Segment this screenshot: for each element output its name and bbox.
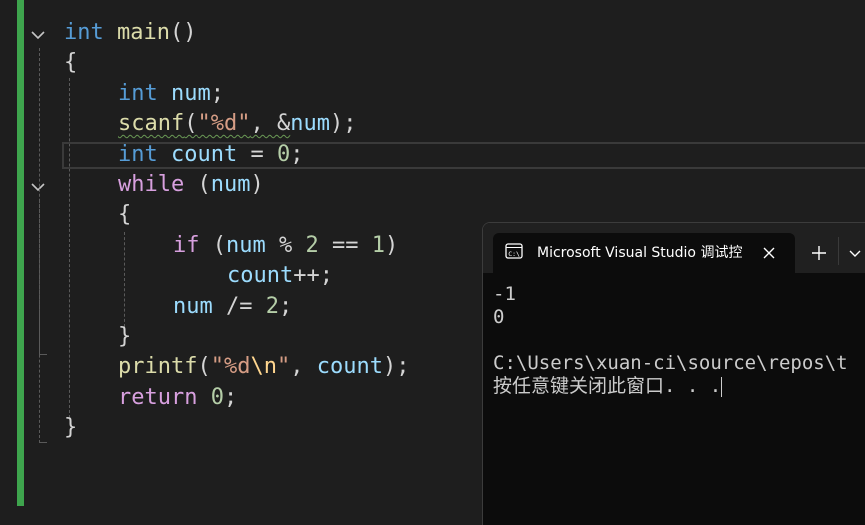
code-token: "%d <box>210 354 251 379</box>
code-token: % <box>265 233 306 258</box>
code-token: ( <box>197 354 211 379</box>
code-token: main <box>117 20 170 45</box>
code-line[interactable]: int main() <box>64 18 196 48</box>
console-tab-title: Microsoft Visual Studio 调试控 <box>537 245 743 261</box>
close-icon[interactable] <box>759 243 779 263</box>
code-token: ) <box>384 233 399 258</box>
code-token: , & <box>250 111 291 136</box>
change-indicator-bar <box>17 0 24 506</box>
code-token: , <box>290 354 317 379</box>
code-line[interactable]: { <box>118 200 131 230</box>
code-token: int <box>64 20 104 45</box>
code-token: num <box>171 81 211 106</box>
console-output[interactable]: -1 0 C:\Users\xuan-ci\source\repos\t 按任意… <box>493 283 865 525</box>
code-token: /= <box>212 294 266 319</box>
code-token: " <box>276 354 291 379</box>
code-token: { <box>118 202 132 227</box>
code-line[interactable]: int count = 0; <box>118 140 303 170</box>
code-token: ; <box>223 385 238 410</box>
code-token: scanf <box>118 111 185 136</box>
code-token: return <box>118 385 198 410</box>
code-token: int <box>118 81 158 106</box>
code-line[interactable]: return 0; <box>118 383 237 413</box>
code-line[interactable]: count++; <box>227 261 333 291</box>
console-window[interactable]: C:\ Microsoft Visual Studio 调试控 -1 0 C:\… <box>482 222 865 525</box>
code-token: { <box>64 50 78 75</box>
indent-guide <box>124 232 125 327</box>
code-token: int <box>118 142 158 167</box>
console-output-line: 0 <box>493 306 505 328</box>
console-output-line: C:\Users\xuan-ci\source\repos\t <box>493 352 848 374</box>
code-token: ( <box>199 233 226 258</box>
code-token: num <box>173 294 213 319</box>
code-token: count <box>227 263 294 288</box>
code-token: ; <box>278 294 293 319</box>
console-titlebar[interactable]: C:\ Microsoft Visual Studio 调试控 <box>483 223 865 273</box>
code-line[interactable]: } <box>118 322 131 352</box>
code-token: ; <box>210 81 224 106</box>
indent-guide <box>69 78 70 418</box>
code-line[interactable]: } <box>64 413 77 443</box>
code-token: "%d" <box>197 111 251 136</box>
code-token: \n <box>250 354 277 379</box>
code-token: count <box>316 354 383 379</box>
titlebar-divider <box>838 237 839 265</box>
code-token: count <box>171 142 238 167</box>
code-token: ); <box>329 111 357 136</box>
fold-guide-end <box>39 442 47 443</box>
code-token: num <box>290 111 330 136</box>
code-line[interactable]: printf("%d\n", count); <box>118 352 409 382</box>
code-token: ); <box>382 354 410 379</box>
code-token: 1 <box>371 233 385 258</box>
console-output-line: -1 <box>493 283 516 305</box>
code-token: ) <box>250 172 264 197</box>
code-token: ; <box>290 142 304 167</box>
fold-guide-end <box>39 354 47 355</box>
terminal-icon: C:\ <box>505 243 523 259</box>
code-token: 0 <box>210 385 224 410</box>
code-token: num <box>226 233 266 258</box>
console-output-line: 按任意键关闭此窗口. . . <box>493 375 865 398</box>
code-token: == <box>318 233 372 258</box>
plus-icon[interactable] <box>809 243 829 263</box>
code-token: () <box>169 20 197 45</box>
code-token: ( <box>184 172 211 197</box>
code-line[interactable]: scanf("%d", &num); <box>118 109 356 139</box>
fold-guide-line <box>39 200 40 355</box>
code-token: ++; <box>293 263 333 288</box>
fold-chevron-down-icon[interactable] <box>30 27 46 43</box>
code-line[interactable]: int num; <box>118 79 224 109</box>
code-line[interactable]: num /= 2; <box>173 292 292 322</box>
code-line[interactable]: if (num % 2 == 1) <box>173 231 398 261</box>
fold-chevron-down-icon[interactable] <box>30 179 46 195</box>
code-token: 0 <box>276 142 291 167</box>
code-token: if <box>173 233 200 258</box>
code-token: = <box>237 142 277 167</box>
code-token: } <box>118 324 132 349</box>
code-token: while <box>118 172 185 197</box>
code-line[interactable]: { <box>64 48 77 78</box>
code-token: } <box>64 415 78 440</box>
code-token: ( <box>184 111 198 136</box>
code-token: 2 <box>265 294 279 319</box>
console-tab[interactable]: C:\ Microsoft Visual Studio 调试控 <box>493 233 795 273</box>
text-cursor <box>721 376 723 397</box>
code-token: num <box>210 172 251 197</box>
code-token: printf <box>118 354 198 379</box>
chevron-down-icon[interactable] <box>847 245 863 261</box>
console-prompt-text: 按任意键关闭此窗口. . . <box>493 375 722 397</box>
code-token: 2 <box>305 233 319 258</box>
svg-text:C:\: C:\ <box>508 250 520 258</box>
code-line[interactable]: while (num) <box>118 170 264 200</box>
